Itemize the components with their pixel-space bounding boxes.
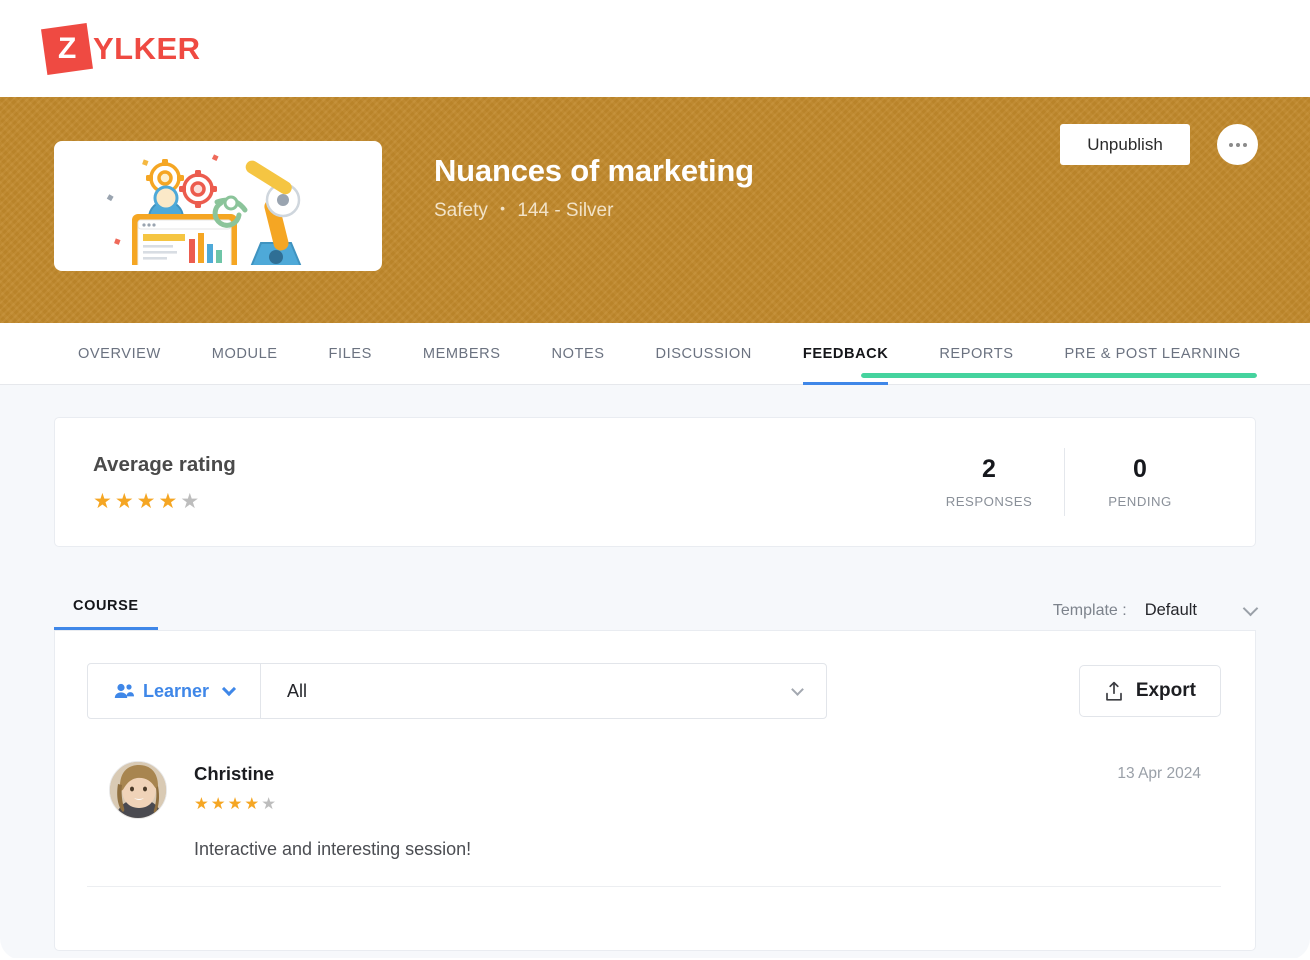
upload-icon bbox=[1104, 681, 1124, 702]
course-category: Safety bbox=[434, 200, 488, 221]
review-rating-stars: ★★★★★ bbox=[194, 796, 471, 813]
logo-mark-icon: Z bbox=[41, 23, 93, 75]
feedback-panel: Learner All Export bbox=[54, 630, 1256, 951]
review-body: Christine★★★★★Interactive and interestin… bbox=[194, 761, 471, 860]
tab-discussion[interactable]: DISCUSSION bbox=[656, 323, 752, 384]
logo-wordmark: YLKER bbox=[93, 33, 201, 64]
top-logo-bar: Z YLKER bbox=[0, 0, 1310, 97]
chevron-down-icon bbox=[222, 682, 236, 696]
rating-stats: 2 RESPONSES 0 PENDING bbox=[914, 418, 1215, 546]
subtab-course[interactable]: COURSE bbox=[54, 598, 158, 630]
star-filled-icon: ★ bbox=[228, 796, 243, 813]
star-filled-icon: ★ bbox=[158, 491, 177, 512]
learner-label: Learner bbox=[143, 681, 209, 702]
chevron-down-icon bbox=[1243, 601, 1259, 617]
star-filled-icon: ★ bbox=[93, 491, 112, 512]
tab-notes[interactable]: NOTES bbox=[552, 323, 605, 384]
zylker-logo[interactable]: Z YLKER bbox=[44, 26, 201, 72]
learner-type-select[interactable]: Learner bbox=[88, 664, 261, 718]
stat-pending: 0 PENDING bbox=[1065, 455, 1215, 509]
feedback-subtab-row: COURSE Template : Default bbox=[54, 577, 1256, 630]
more-dot bbox=[1229, 143, 1233, 147]
star-filled-icon: ★ bbox=[115, 491, 134, 512]
feedback-filter-row: Learner All Export bbox=[87, 663, 1221, 719]
average-rating-title: Average rating bbox=[93, 453, 236, 477]
review-list: Christine★★★★★Interactive and interestin… bbox=[87, 719, 1221, 887]
page-title: Nuances of marketing bbox=[434, 153, 754, 189]
chevron-down-icon bbox=[791, 683, 804, 696]
people-icon bbox=[114, 683, 134, 699]
main-content: Average rating ★★★★★ 2 RESPONSES 0 PENDI… bbox=[0, 385, 1310, 958]
logo-mark-letter: Z bbox=[58, 34, 75, 64]
review-date: 13 Apr 2024 bbox=[1117, 765, 1201, 783]
average-rating-block: Average rating ★★★★★ bbox=[93, 453, 236, 512]
export-label: Export bbox=[1136, 680, 1196, 702]
more-options-button[interactable] bbox=[1217, 124, 1258, 165]
course-subtitle: Safety • 144 - Silver bbox=[434, 200, 754, 222]
more-dot bbox=[1243, 143, 1247, 147]
course-code: 144 - Silver bbox=[517, 200, 613, 221]
app-window: Z YLKER bbox=[0, 0, 1310, 960]
export-button[interactable]: Export bbox=[1079, 665, 1221, 717]
tab-members[interactable]: MEMBERS bbox=[423, 323, 501, 384]
course-thumbnail bbox=[54, 141, 382, 271]
unpublish-button[interactable]: Unpublish bbox=[1060, 124, 1190, 165]
average-rating-stars: ★★★★★ bbox=[93, 491, 236, 512]
pending-label: PENDING bbox=[1065, 494, 1215, 509]
star-filled-icon: ★ bbox=[137, 491, 156, 512]
responses-label: RESPONSES bbox=[914, 494, 1064, 509]
star-filled-icon: ★ bbox=[211, 796, 226, 813]
responses-count: 2 bbox=[914, 455, 1064, 484]
template-select[interactable]: Template : Default bbox=[1053, 601, 1256, 630]
star-empty-icon: ★ bbox=[180, 491, 199, 512]
template-value: Default bbox=[1145, 601, 1197, 620]
star-filled-icon: ★ bbox=[244, 796, 259, 813]
tab-files[interactable]: FILES bbox=[329, 323, 372, 384]
reviewer-name: Christine bbox=[194, 763, 471, 785]
review-item: Christine★★★★★Interactive and interestin… bbox=[87, 719, 1221, 887]
avatar bbox=[109, 761, 167, 819]
course-heading-block: Nuances of marketing Safety • 144 - Silv… bbox=[434, 153, 754, 222]
main-tab-bar: OVERVIEW MODULE FILES MEMBERS NOTES DISCUSSIO… bbox=[0, 323, 1310, 385]
tab-overview[interactable]: OVERVIEW bbox=[78, 323, 161, 384]
course-illustration-icon bbox=[103, 147, 333, 265]
more-dot bbox=[1236, 143, 1240, 147]
star-filled-icon: ★ bbox=[194, 796, 209, 813]
stat-responses: 2 RESPONSES bbox=[914, 455, 1064, 509]
tab-reports[interactable]: REPORTS bbox=[939, 323, 1013, 384]
review-comment: Interactive and interesting session! bbox=[194, 839, 471, 860]
course-banner: Nuances of marketing Safety • 144 - Silv… bbox=[0, 97, 1310, 323]
tab-pre-post-learning[interactable]: PRE & POST LEARNING bbox=[1064, 323, 1240, 384]
template-label: Template : bbox=[1053, 602, 1127, 620]
audience-filter-group: Learner All bbox=[87, 663, 827, 719]
star-empty-icon: ★ bbox=[261, 796, 276, 813]
audience-value: All bbox=[287, 681, 307, 702]
average-rating-card: Average rating ★★★★★ 2 RESPONSES 0 PENDI… bbox=[54, 417, 1256, 547]
pending-count: 0 bbox=[1065, 455, 1215, 484]
audience-dropdown[interactable]: All bbox=[261, 664, 826, 718]
subtitle-separator: • bbox=[500, 200, 505, 216]
tab-feedback[interactable]: FEEDBACK bbox=[803, 323, 888, 384]
tab-module[interactable]: MODULE bbox=[212, 323, 278, 384]
